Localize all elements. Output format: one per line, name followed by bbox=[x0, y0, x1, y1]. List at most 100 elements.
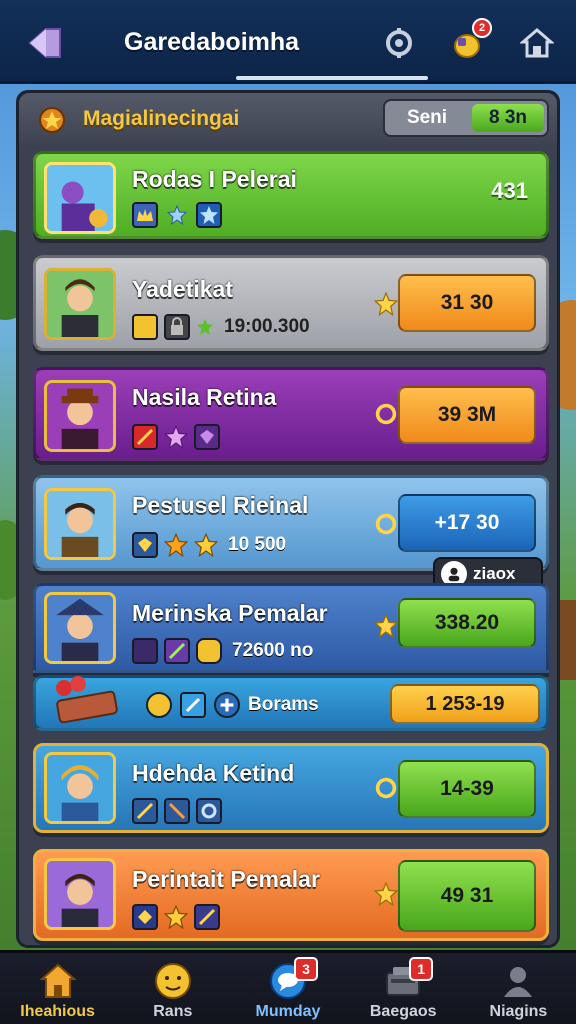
nav-item-heroes[interactable]: Iheahious bbox=[0, 953, 115, 1024]
star-icon bbox=[373, 613, 399, 639]
player-name: Yadetikat bbox=[132, 276, 233, 302]
player-card[interactable]: Rodas I Pelerai 431 bbox=[33, 151, 549, 239]
back-button[interactable] bbox=[26, 26, 62, 60]
app-title: Garedaboimha bbox=[124, 28, 300, 56]
player-badges: 19:00.300 bbox=[132, 314, 310, 340]
player-avatar bbox=[44, 858, 116, 930]
player-avatar bbox=[44, 380, 116, 452]
reward-item bbox=[44, 670, 130, 730]
gift-button[interactable]: 2 bbox=[452, 18, 492, 60]
inventory-icon: 1 bbox=[383, 957, 434, 1001]
character-icon bbox=[47, 165, 113, 231]
player-badges: 10 500 bbox=[132, 532, 286, 558]
score-button[interactable]: 49 31 bbox=[398, 860, 536, 932]
crown-icon bbox=[132, 202, 158, 228]
chat-bubble-icon: 3 bbox=[268, 957, 318, 1001]
player-avatar bbox=[44, 752, 116, 824]
reward-button[interactable]: 1 253-19 bbox=[390, 684, 540, 724]
arrow-icon bbox=[180, 692, 206, 718]
gem-icon bbox=[194, 424, 220, 450]
star-icon bbox=[164, 533, 188, 557]
nav-label: Rans bbox=[153, 1003, 193, 1020]
treasure-icon bbox=[56, 676, 118, 724]
nav-item-fans[interactable]: Rans bbox=[115, 953, 230, 1024]
star-icon bbox=[373, 291, 399, 317]
player-name: Pestusel Rieinal bbox=[132, 492, 309, 518]
player-card[interactable]: Perintait Pemalar 49 31 bbox=[33, 849, 549, 941]
header-progress-bar bbox=[236, 76, 428, 80]
star-icon bbox=[194, 533, 218, 557]
player-name: Rodas I Pelerai bbox=[132, 166, 297, 192]
score-button[interactable]: +17 30 bbox=[398, 494, 536, 552]
chat-notification-badge: 3 bbox=[294, 957, 318, 981]
player-stat: 10 500 bbox=[228, 534, 287, 555]
player-name: Hdehda Ketind bbox=[132, 760, 295, 786]
coin-icon bbox=[132, 314, 158, 340]
player-name: Merinska Pemalar bbox=[132, 600, 328, 626]
view-toggle[interactable]: Seni 8 3n bbox=[383, 99, 549, 137]
gem-icon bbox=[132, 904, 158, 930]
leaderboard-panel: Magialinecingai Seni 8 3n Rodas I Pelera… bbox=[16, 90, 560, 948]
character-icon bbox=[47, 755, 113, 821]
star-icon bbox=[373, 881, 399, 907]
star-icon bbox=[196, 318, 214, 336]
nav-item-bags[interactable]: 1 Baegaos bbox=[346, 953, 461, 1024]
top-bar: Garedaboimha 2 bbox=[0, 0, 576, 84]
toggle-option-right[interactable]: 8 3n bbox=[472, 104, 544, 132]
star-icon bbox=[164, 202, 190, 228]
character-icon bbox=[47, 271, 113, 337]
character-icon bbox=[47, 491, 113, 557]
plus-icon bbox=[214, 692, 240, 718]
star-icon bbox=[164, 425, 188, 449]
trophy-icon bbox=[39, 107, 65, 133]
bags-notification-badge: 1 bbox=[409, 957, 434, 981]
ring-icon bbox=[374, 512, 398, 536]
nav-item-chat[interactable]: 3 Mumday bbox=[230, 953, 345, 1024]
character-icon bbox=[47, 595, 113, 661]
reward-badges: Borams bbox=[146, 692, 319, 718]
tile-icon bbox=[132, 638, 158, 664]
back-arrow-icon bbox=[28, 28, 61, 58]
player-avatar bbox=[44, 592, 116, 664]
score-button[interactable]: 14-39 bbox=[398, 760, 536, 818]
player-name: Perintait Pemalar bbox=[132, 866, 320, 892]
nav-label: Niagins bbox=[489, 1003, 548, 1020]
player-avatar bbox=[44, 268, 116, 340]
reward-label: Borams bbox=[248, 694, 319, 715]
nav-label: Baegaos bbox=[369, 1003, 437, 1020]
gem-icon bbox=[132, 532, 158, 558]
reward-row[interactable]: Borams 1 253-19 bbox=[33, 675, 549, 731]
player-badges bbox=[132, 904, 220, 930]
person-icon bbox=[498, 961, 538, 1001]
sword-icon bbox=[132, 424, 158, 450]
star-icon bbox=[196, 202, 222, 228]
gift-notification-badge: 2 bbox=[472, 18, 492, 38]
coin-stack-icon bbox=[196, 638, 222, 664]
player-card[interactable]: Nasila Retina 39 3M bbox=[33, 367, 549, 461]
sword-icon bbox=[164, 798, 190, 824]
gear-icon bbox=[386, 28, 412, 58]
panel-header: Magialinecingai Seni 8 3n bbox=[19, 93, 557, 145]
score-button[interactable]: 39 3M bbox=[398, 386, 536, 444]
nav-item-profile[interactable]: Niagins bbox=[461, 953, 576, 1024]
score-button[interactable]: 338.20 bbox=[398, 598, 536, 648]
ring-icon bbox=[374, 402, 398, 426]
player-badges bbox=[132, 202, 222, 228]
star-icon bbox=[164, 905, 188, 929]
bottom-navigation: Iheahious Rans 3 Mumday 1 Baegaos Niagin… bbox=[0, 950, 576, 1024]
home-button[interactable] bbox=[520, 26, 554, 60]
sword-icon bbox=[132, 798, 158, 824]
player-card[interactable]: Yadetikat 19:00.300 31 30 bbox=[33, 255, 549, 351]
settings-button[interactable] bbox=[382, 26, 416, 60]
player-score: 431 bbox=[491, 178, 528, 203]
player-card[interactable]: Hdehda Ketind 14-39 bbox=[33, 743, 549, 833]
ring-icon bbox=[196, 798, 222, 824]
toggle-option-left[interactable]: Seni bbox=[385, 101, 469, 135]
sword-icon bbox=[194, 904, 220, 930]
ring-icon bbox=[374, 776, 398, 800]
nav-label: Mumday bbox=[255, 1003, 321, 1020]
score-button[interactable]: 31 30 bbox=[398, 274, 536, 332]
player-card[interactable]: Merinska Pemalar 72600 no 338.20 bbox=[33, 583, 549, 673]
home-icon bbox=[520, 28, 554, 58]
player-badges bbox=[132, 424, 220, 450]
